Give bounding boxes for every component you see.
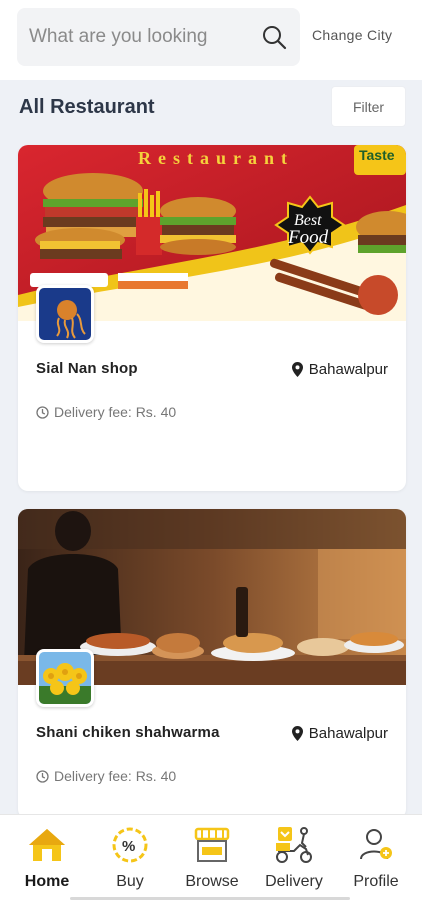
restaurant-card[interactable]: Restaurant Taste Best Food Sial Nan shop…: [18, 145, 406, 491]
section-header: All Restaurant Filter: [0, 80, 422, 132]
location-pin-icon: [291, 726, 303, 741]
filter-button[interactable]: Filter: [331, 86, 406, 127]
clock-icon: [36, 405, 49, 419]
banner-title: Restaurant: [138, 148, 294, 168]
restaurant-card[interactable]: Shani chiken shahwarma Bahawalpur Delive…: [18, 509, 406, 819]
nav-buy[interactable]: % Buy: [88, 815, 172, 900]
bottom-navigation: Home % Buy Browse Delivery Profile: [0, 814, 422, 900]
restaurant-location: Bahawalpur: [291, 361, 388, 378]
discount-icon: %: [112, 827, 148, 863]
restaurant-city: Bahawalpur: [308, 361, 388, 378]
nav-home-label: Home: [24, 873, 70, 890]
search-bar[interactable]: [17, 8, 300, 66]
restaurant-city: Bahawalpur: [308, 725, 388, 742]
page-title: All Restaurant: [19, 96, 155, 118]
shop-icon: [194, 827, 230, 862]
profile-icon: [360, 829, 392, 860]
change-city-link[interactable]: Change City: [312, 27, 392, 43]
nav-delivery[interactable]: Delivery: [252, 815, 336, 900]
nav-browse[interactable]: Browse: [170, 815, 254, 900]
delivery-fee: Delivery fee: Rs. 40: [36, 404, 176, 420]
top-bar: Change City: [0, 0, 422, 80]
restaurant-name[interactable]: Shani chiken shahwarma: [36, 724, 220, 741]
restaurant-name[interactable]: Sial Nan shop: [36, 360, 138, 377]
clock-icon: [36, 769, 49, 783]
location-pin-icon: [291, 362, 303, 377]
best-food-text-2: Food: [287, 227, 329, 248]
delivery-fee: Delivery fee: Rs. 40: [36, 768, 176, 784]
delivery-fee-text: Delivery fee: Rs. 40: [54, 404, 177, 420]
nav-profile[interactable]: Profile: [334, 815, 418, 900]
delivery-fee-text: Delivery fee: Rs. 40: [54, 768, 177, 784]
restaurant-logo: [36, 285, 94, 343]
nav-home[interactable]: Home: [5, 815, 89, 900]
search-icon[interactable]: [260, 23, 288, 51]
nav-buy-label: Buy: [116, 873, 144, 890]
scooter-icon: [276, 827, 312, 863]
search-input[interactable]: [29, 22, 249, 52]
nav-profile-label: Profile: [353, 873, 399, 890]
restaurant-logo: [36, 649, 94, 707]
taste-badge: Taste: [359, 147, 395, 163]
nav-delivery-label: Delivery: [265, 873, 323, 890]
svg-text:%: %: [122, 838, 135, 855]
restaurant-location: Bahawalpur: [291, 725, 388, 742]
home-icon: [29, 829, 65, 861]
nav-browse-label: Browse: [185, 873, 239, 890]
